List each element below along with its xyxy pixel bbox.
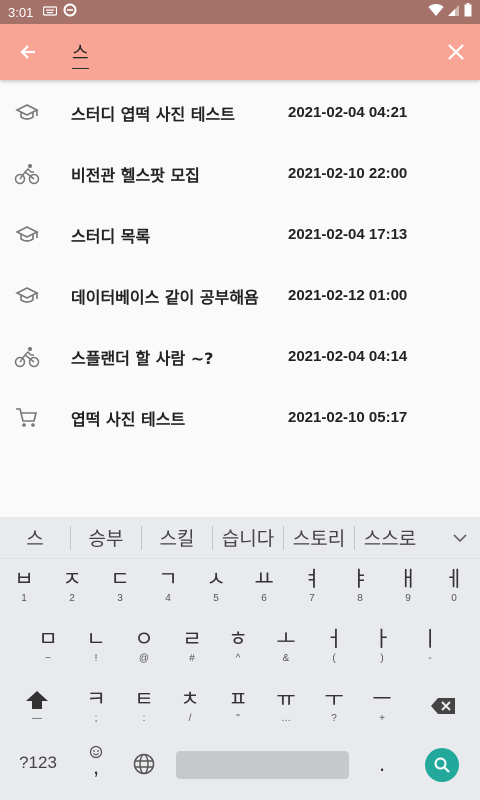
- back-button[interactable]: [0, 24, 56, 80]
- status-bar: 3:01: [0, 0, 480, 24]
- result-title: 비전관 헬스팟 모집: [71, 165, 200, 185]
- result-row[interactable]: 스플랜더 할 사람 ~? 2021-02-04 04:14: [0, 326, 480, 387]
- arrow-back-icon: [20, 45, 35, 59]
- search-input[interactable]: 스: [72, 39, 89, 69]
- graduation-cap-icon: [14, 223, 40, 247]
- globe-icon: [133, 753, 155, 775]
- key[interactable]: ㅋ;: [72, 687, 120, 725]
- key[interactable]: ㄴ!: [72, 627, 120, 665]
- battery-icon: [464, 3, 472, 21]
- bicycle-icon: [14, 162, 40, 186]
- suggestion-item[interactable]: 스토리: [284, 524, 354, 551]
- shift-icon: [26, 691, 48, 709]
- shopping-cart-icon: [14, 406, 40, 430]
- result-row[interactable]: 데이터베이스 같이 공부해욤 2021-02-12 01:00: [0, 265, 480, 326]
- suggestion-item[interactable]: 스: [0, 524, 70, 551]
- key[interactable]: ㅏ): [358, 627, 406, 665]
- period-key[interactable]: .: [370, 751, 394, 777]
- sync-status-icon: [63, 3, 77, 21]
- result-title: 스터디 목록: [71, 226, 151, 246]
- backspace-icon: [431, 698, 455, 714]
- suggestion-item[interactable]: 습니다: [213, 524, 283, 551]
- key[interactable]: ㅠ…: [262, 687, 310, 725]
- result-date: 2021-02-04 04:21: [288, 104, 408, 121]
- shift-key[interactable]: —: [13, 687, 61, 725]
- suggestion-strip: 스 승부 스킬 습니다 스토리 스스로: [0, 517, 480, 559]
- search-results-list: 스터디 엽떡 사진 테스트 2021-02-04 04:21 비전관 헬스팟 모…: [0, 82, 480, 448]
- result-title: 스터디 엽떡 사진 테스트: [71, 104, 235, 124]
- expand-suggestions-button[interactable]: [440, 533, 480, 543]
- key[interactable]: ㄱ4: [144, 567, 192, 605]
- key[interactable]: ㅜ?: [310, 687, 358, 725]
- soft-keyboard: 스 승부 스킬 습니다 스토리 스스로 ㅂ1 ㅈ2 ㄷ3 ㄱ4 ㅅ5 ㅛ6 ㅕ7…: [0, 517, 480, 800]
- suggestion-item[interactable]: 스스로: [355, 524, 425, 551]
- key[interactable]: ㅅ5: [192, 567, 240, 605]
- wifi-icon: [428, 3, 444, 21]
- symbols-key[interactable]: ?123: [12, 753, 64, 773]
- graduation-cap-icon: [14, 284, 40, 308]
- search-app-bar: 스: [0, 24, 480, 80]
- key[interactable]: ㄷ3: [96, 567, 144, 605]
- key[interactable]: ㅍ ": [214, 687, 262, 725]
- key[interactable]: ㅎ ^: [214, 627, 262, 665]
- key[interactable]: ㅛ6: [240, 567, 288, 605]
- key[interactable]: ㅁ ~: [24, 627, 72, 665]
- clear-search-button[interactable]: [432, 24, 480, 80]
- result-row[interactable]: 스터디 목록 2021-02-04 17:13: [0, 204, 480, 265]
- key[interactable]: ㅔ0: [430, 567, 478, 605]
- result-title: 스플랜더 할 사람 ~?: [71, 348, 214, 368]
- keyboard-status-icon: [43, 5, 58, 20]
- status-time: 3:01: [8, 4, 34, 20]
- key[interactable]: ㅣ-: [406, 627, 454, 665]
- result-date: 2021-02-04 04:14: [288, 348, 408, 365]
- suggestion-item[interactable]: 스킬: [142, 524, 212, 551]
- emoji-comma-key[interactable]: ,: [84, 745, 108, 779]
- key[interactable]: ㅕ7: [288, 567, 336, 605]
- backspace-key[interactable]: [418, 687, 468, 715]
- result-date: 2021-02-10 05:17: [288, 409, 408, 426]
- bicycle-icon: [14, 345, 40, 369]
- result-title: 엽떡 사진 테스트: [71, 409, 186, 429]
- key[interactable]: ㅇ @: [120, 627, 168, 665]
- key[interactable]: ㅊ /: [166, 687, 214, 725]
- cell-signal-icon: [448, 4, 460, 21]
- key[interactable]: ㅗ &: [262, 627, 310, 665]
- key[interactable]: ㅌ:: [120, 687, 168, 725]
- key[interactable]: ㅓ(: [310, 627, 358, 665]
- key[interactable]: ㄹ #: [168, 627, 216, 665]
- close-icon: [448, 44, 464, 60]
- key[interactable]: ㅂ1: [0, 567, 48, 605]
- result-row[interactable]: 비전관 헬스팟 모집 2021-02-10 22:00: [0, 143, 480, 204]
- key[interactable]: ㅈ2: [48, 567, 96, 605]
- graduation-cap-icon: [14, 101, 40, 125]
- keyboard-search-button[interactable]: [425, 748, 459, 782]
- result-date: 2021-02-10 22:00: [288, 165, 408, 182]
- result-date: 2021-02-12 01:00: [288, 287, 408, 304]
- comma-label: ,: [92, 754, 100, 779]
- key[interactable]: ㅡ +: [358, 687, 406, 725]
- space-key[interactable]: [176, 751, 349, 779]
- key[interactable]: ㅑ8: [336, 567, 384, 605]
- search-icon: [434, 757, 450, 773]
- key[interactable]: ㅐ9: [384, 567, 432, 605]
- result-row[interactable]: 엽떡 사진 테스트 2021-02-10 05:17: [0, 387, 480, 448]
- chevron-down-icon: [453, 533, 467, 542]
- result-row[interactable]: 스터디 엽떡 사진 테스트 2021-02-04 04:21: [0, 82, 480, 143]
- result-date: 2021-02-04 17:13: [288, 226, 408, 243]
- language-key[interactable]: [130, 752, 158, 781]
- suggestion-item[interactable]: 승부: [71, 524, 141, 551]
- result-title: 데이터베이스 같이 공부해욤: [71, 287, 259, 307]
